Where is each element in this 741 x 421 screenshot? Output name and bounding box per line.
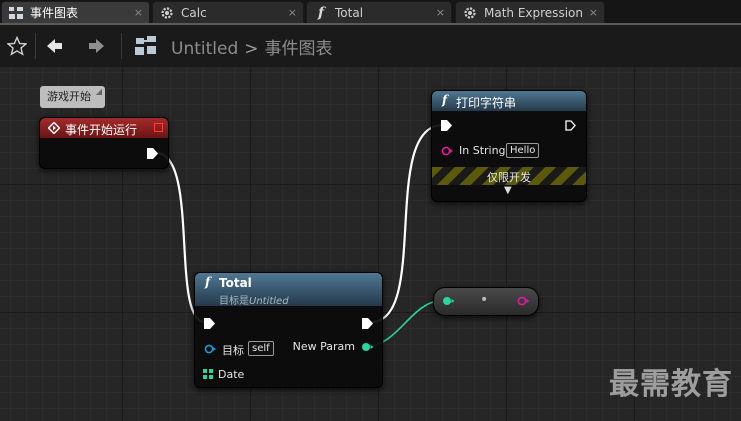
- comment-text: 游戏开始: [47, 90, 91, 103]
- function-icon: f: [442, 93, 448, 107]
- comment-bubble[interactable]: 游戏开始 ◢: [40, 86, 105, 108]
- target-input-pin[interactable]: [204, 344, 216, 354]
- pin-icon[interactable]: ◢: [96, 87, 102, 96]
- string-output-pin[interactable]: [517, 296, 530, 306]
- node-title: 打印字符串: [456, 96, 517, 110]
- conversion-node[interactable]: •: [433, 287, 539, 316]
- in-string-field[interactable]: Hello: [506, 143, 540, 158]
- node-title: 事件开始运行: [65, 123, 138, 137]
- struct-pin-icon[interactable]: [203, 369, 214, 380]
- watermark: 最需教育: [609, 367, 733, 402]
- exec-output-pin[interactable]: [362, 318, 373, 329]
- new-param-label: New Param: [292, 340, 355, 353]
- string-input-pin[interactable]: [441, 146, 453, 156]
- total-header: f Total 目标是Untitled: [195, 273, 382, 307]
- begin-play-node[interactable]: 事件开始运行: [39, 117, 169, 169]
- print-string-node[interactable]: f 打印字符串 In String Hello 仅限开发 ▼: [431, 90, 587, 202]
- exec-output-pin[interactable]: [147, 148, 158, 159]
- expand-arrow-icon[interactable]: ▼: [504, 185, 512, 196]
- exec-input-pin[interactable]: [441, 120, 452, 131]
- subtitle-prefix: 目标是: [219, 296, 249, 307]
- exec-output-pin[interactable]: [565, 120, 576, 131]
- in-string-label: In String: [459, 144, 506, 157]
- event-icon: [48, 122, 60, 134]
- target-field[interactable]: self: [248, 341, 274, 356]
- delegate-pin-icon[interactable]: [154, 123, 163, 132]
- dev-only-banner: 仅限开发: [432, 167, 586, 185]
- print-string-header: f 打印字符串: [432, 91, 586, 111]
- node-title: Total: [219, 276, 252, 290]
- exec-input-pin[interactable]: [204, 318, 215, 329]
- date-label: Date: [218, 368, 245, 381]
- dev-only-label: 仅限开发: [487, 171, 531, 184]
- total-function-node[interactable]: f Total 目标是Untitled 目标 self New Param Da…: [194, 272, 383, 388]
- begin-play-header: 事件开始运行: [40, 118, 168, 138]
- new-param-output-pin[interactable]: [361, 342, 374, 352]
- subtitle-target: Untitled: [249, 296, 289, 307]
- node-subtitle: 目标是Untitled: [219, 292, 289, 307]
- center-dot-icon: •: [480, 292, 489, 308]
- target-label: 目标: [222, 344, 244, 357]
- function-icon: f: [205, 275, 211, 289]
- float-input-pin[interactable]: [442, 296, 455, 306]
